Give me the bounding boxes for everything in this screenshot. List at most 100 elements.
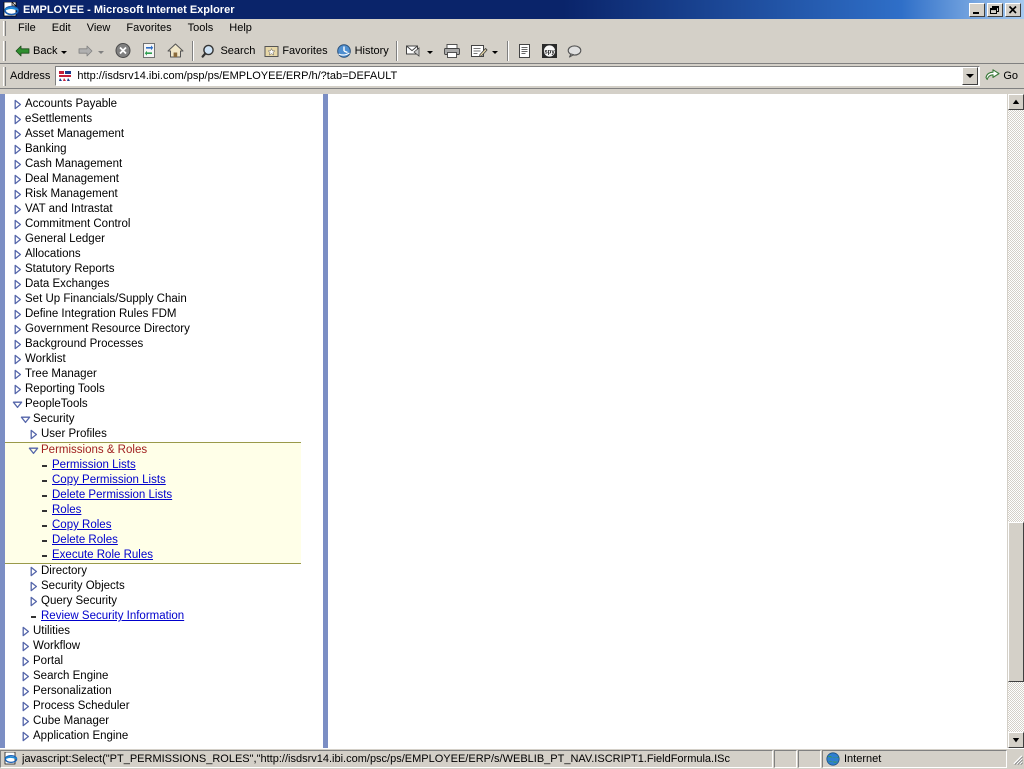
history-button[interactable]: History (332, 40, 393, 62)
tree-node-label[interactable]: Delete Roles (50, 533, 118, 548)
tree-node-delete-permission-lists[interactable]: Delete Permission Lists (5, 488, 301, 503)
print-button[interactable] (439, 40, 466, 62)
address-url-text[interactable]: http://isdsrv14.ibi.com/psp/ps/EMPLOYEE/… (77, 70, 962, 82)
tree-twisty[interactable] (12, 247, 23, 262)
tree-node-utilities[interactable]: Utilities (5, 624, 323, 639)
resize-grip[interactable] (1009, 751, 1024, 766)
tree-node-portal[interactable]: Portal (5, 654, 323, 669)
tree-twisty[interactable] (12, 352, 23, 367)
addressbar-grip[interactable] (3, 67, 6, 86)
scroll-down-button[interactable] (1008, 732, 1024, 748)
tree-twisty[interactable] (28, 579, 39, 594)
tree-twisty[interactable] (12, 337, 23, 352)
mail-dropdown-icon[interactable] (427, 51, 433, 54)
tree-node-cube-manager[interactable]: Cube Manager (5, 714, 323, 729)
search-button[interactable]: Search (197, 40, 259, 62)
menu-favorites[interactable]: Favorites (118, 20, 179, 36)
discuss-button[interactable] (562, 40, 587, 62)
edit-dropdown-icon[interactable] (492, 51, 498, 54)
tree-node-statutory-reports[interactable]: Statutory Reports (5, 262, 323, 277)
tree-twisty[interactable] (12, 97, 23, 112)
tree-node-personalization[interactable]: Personalization (5, 684, 323, 699)
tree-node-deal-management[interactable]: Deal Management (5, 172, 323, 187)
page-vertical-scrollbar[interactable] (1007, 94, 1024, 748)
menu-file[interactable]: File (10, 20, 44, 36)
tree-twisty[interactable] (28, 443, 39, 458)
restore-button[interactable] (987, 3, 1003, 17)
mail-button[interactable] (401, 40, 439, 62)
tree-node-peopletools[interactable]: PeopleTools (5, 397, 323, 412)
tree-twisty[interactable] (20, 669, 31, 684)
tree-node-query-security[interactable]: Query Security (5, 594, 323, 609)
tree-node-cash-management[interactable]: Cash Management (5, 157, 323, 172)
tree-node-label[interactable]: Review Security Information (39, 609, 184, 624)
tree-twisty[interactable] (20, 624, 31, 639)
tree-node-label[interactable]: Permission Lists (50, 458, 136, 473)
tree-twisty[interactable] (28, 564, 39, 579)
read-button[interactable] (512, 40, 537, 62)
tree-twisty[interactable] (12, 367, 23, 382)
tree-twisty[interactable] (12, 307, 23, 322)
address-dropdown-button[interactable] (962, 67, 978, 85)
back-dropdown-icon[interactable] (61, 51, 67, 54)
tree-twisty[interactable] (20, 714, 31, 729)
tree-node-esettlements[interactable]: eSettlements (5, 112, 323, 127)
tree-node-security[interactable]: Security (5, 412, 323, 427)
tree-node-copy-permission-lists[interactable]: Copy Permission Lists (5, 473, 301, 488)
tree-twisty[interactable] (12, 277, 23, 292)
tree-twisty[interactable] (12, 157, 23, 172)
favorites-button[interactable]: Favorites (259, 40, 331, 62)
tree-twisty[interactable] (20, 412, 31, 427)
tree-node-asset-management[interactable]: Asset Management (5, 127, 323, 142)
tree-twisty[interactable] (12, 127, 23, 142)
tree-node-banking[interactable]: Banking (5, 142, 323, 157)
tree-node-security-objects[interactable]: Security Objects (5, 579, 323, 594)
menu-view[interactable]: View (79, 20, 119, 36)
menu-help[interactable]: Help (221, 20, 260, 36)
tree-node-copy-roles[interactable]: Copy Roles (5, 518, 301, 533)
tree-twisty[interactable] (12, 112, 23, 127)
tree-node-set-up-financials-supply-chain[interactable]: Set Up Financials/Supply Chain (5, 292, 323, 307)
tree-node-accounts-payable[interactable]: Accounts Payable (5, 97, 323, 112)
tree-twisty[interactable] (28, 427, 39, 442)
window-titlebar[interactable]: EMPLOYEE - Microsoft Internet Explorer (0, 0, 1024, 19)
tree-node-review-security-information[interactable]: Review Security Information (5, 609, 323, 624)
menu-edit[interactable]: Edit (44, 20, 79, 36)
tree-node-search-engine[interactable]: Search Engine (5, 669, 323, 684)
spy-button[interactable]: spy (537, 40, 562, 62)
tree-node-government-resource-directory[interactable]: Government Resource Directory (5, 322, 323, 337)
tree-node-workflow[interactable]: Workflow (5, 639, 323, 654)
tree-twisty[interactable] (20, 654, 31, 669)
tree-node-vat-and-intrastat[interactable]: VAT and Intrastat (5, 202, 323, 217)
tree-twisty[interactable] (12, 322, 23, 337)
tree-twisty[interactable] (28, 594, 39, 609)
scroll-thumb[interactable] (1008, 522, 1024, 682)
tree-twisty[interactable] (20, 684, 31, 699)
tree-node-delete-roles[interactable]: Delete Roles (5, 533, 301, 548)
refresh-button[interactable] (136, 40, 162, 62)
minimize-button[interactable] (969, 3, 985, 17)
tree-node-worklist[interactable]: Worklist (5, 352, 323, 367)
tree-node-commitment-control[interactable]: Commitment Control (5, 217, 323, 232)
tree-twisty[interactable] (12, 217, 23, 232)
tree-node-label[interactable]: Delete Permission Lists (50, 488, 172, 503)
tree-node-label[interactable]: Roles (50, 503, 81, 518)
tree-node-reporting-tools[interactable]: Reporting Tools (5, 382, 323, 397)
tree-twisty[interactable] (12, 187, 23, 202)
close-button[interactable] (1005, 3, 1021, 17)
tree-node-risk-management[interactable]: Risk Management (5, 187, 323, 202)
tree-twisty[interactable] (12, 172, 23, 187)
tree-twisty[interactable] (12, 397, 23, 412)
menubar-grip[interactable] (3, 21, 6, 36)
tree-node-define-integration-rules-fdm[interactable]: Define Integration Rules FDM (5, 307, 323, 322)
tree-node-data-exchanges[interactable]: Data Exchanges (5, 277, 323, 292)
go-button[interactable]: Go (980, 65, 1024, 87)
stop-button[interactable] (110, 40, 136, 62)
tree-twisty[interactable] (20, 699, 31, 714)
tree-twisty[interactable] (12, 142, 23, 157)
home-button[interactable] (162, 40, 189, 62)
tree-node-user-profiles[interactable]: User Profiles (5, 427, 323, 442)
tree-node-process-scheduler[interactable]: Process Scheduler (5, 699, 323, 714)
tree-node-tree-manager[interactable]: Tree Manager (5, 367, 323, 382)
tree-twisty[interactable] (20, 639, 31, 654)
